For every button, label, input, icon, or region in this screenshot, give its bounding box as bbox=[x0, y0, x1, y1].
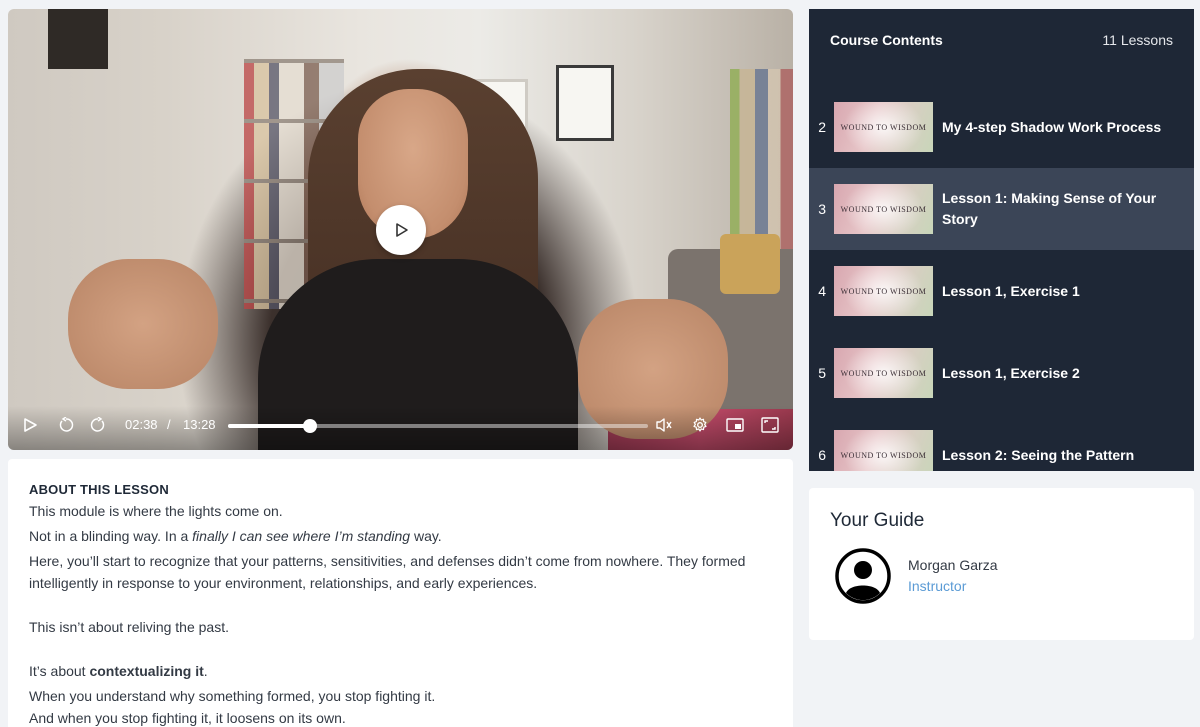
guide-card: Your Guide Morgan Garza Instructor bbox=[809, 488, 1194, 640]
lesson-item[interactable]: 2 WOUND TO WISDOM My 4-step Shadow Work … bbox=[809, 86, 1194, 168]
description-paragraph: Here, you’ll start to recognize that you… bbox=[29, 553, 746, 591]
description-line: It’s about contextualizing it. bbox=[29, 660, 772, 682]
wall-frame bbox=[556, 65, 614, 141]
guide-heading: Your Guide bbox=[830, 510, 925, 531]
thumbnail-text: WOUND TO WISDOM bbox=[840, 122, 927, 132]
thumbnail-text: WOUND TO WISDOM bbox=[840, 204, 927, 214]
progress-thumb[interactable] bbox=[303, 419, 318, 433]
presenter-hand bbox=[68, 259, 218, 389]
current-time: 02:38 bbox=[125, 417, 158, 432]
progress-bar[interactable] bbox=[228, 419, 648, 433]
description-line: And when you stop fighting it, it loosen… bbox=[29, 710, 346, 726]
lesson-number: 3 bbox=[818, 201, 826, 217]
play-icon bbox=[24, 418, 37, 432]
lesson-thumbnail: WOUND TO WISDOM bbox=[834, 348, 933, 398]
course-contents-title: Course Contents bbox=[830, 32, 943, 48]
lesson-title: Lesson 1, Exercise 2 bbox=[942, 364, 1080, 381]
description-line: This isn’t about reliving the past. bbox=[29, 619, 229, 635]
lesson-number: 4 bbox=[818, 283, 826, 299]
description-line: This module is where the lights come on. bbox=[29, 503, 283, 519]
rewind-button[interactable] bbox=[56, 414, 76, 436]
fullscreen-icon bbox=[761, 417, 779, 433]
description-line: When you understand why something formed… bbox=[29, 688, 436, 704]
play-button[interactable] bbox=[20, 414, 40, 436]
lesson-thumbnail: WOUND TO WISDOM bbox=[834, 266, 933, 316]
lesson-item-active[interactable]: 3 WOUND TO WISDOM Lesson 1: Making Sense… bbox=[809, 168, 1194, 250]
video-player[interactable]: 02:38 / 13:28 bbox=[8, 9, 793, 450]
text-span: way. bbox=[410, 528, 442, 544]
lesson-number: 2 bbox=[818, 119, 826, 135]
picture-in-picture-icon bbox=[726, 418, 744, 432]
lesson-title: Lesson 1: Making Sense of Your Story bbox=[942, 190, 1157, 227]
thumbnail-text: WOUND TO WISDOM bbox=[840, 368, 927, 378]
forward-icon bbox=[90, 417, 105, 432]
course-contents-header: Course Contents 11 Lessons bbox=[809, 9, 1194, 71]
gear-icon bbox=[693, 417, 707, 432]
video-controls: 02:38 / 13:28 bbox=[8, 406, 793, 450]
lesson-thumbnail: WOUND TO WISDOM bbox=[834, 430, 933, 471]
play-icon bbox=[396, 223, 408, 237]
lesson-item[interactable]: 4 WOUND TO WISDOM Lesson 1, Exercise 1 bbox=[809, 250, 1194, 332]
lesson-thumbnail: WOUND TO WISDOM bbox=[834, 102, 933, 152]
settings-button[interactable] bbox=[690, 414, 710, 436]
rewind-icon bbox=[59, 417, 74, 432]
lesson-thumbnail: WOUND TO WISDOM bbox=[834, 184, 933, 234]
pip-button[interactable] bbox=[725, 414, 745, 436]
user-avatar-icon bbox=[835, 548, 891, 604]
progress-fill bbox=[228, 424, 311, 428]
lesson-title: Lesson 2: Seeing the Pattern bbox=[942, 446, 1135, 463]
lesson-number: 5 bbox=[818, 365, 826, 381]
thumbnail-text: WOUND TO WISDOM bbox=[840, 286, 927, 296]
guide-info: Morgan Garza Instructor bbox=[908, 555, 997, 597]
forward-button[interactable] bbox=[88, 414, 108, 436]
lesson-count: 11 Lessons bbox=[1102, 32, 1173, 48]
lesson-item[interactable]: 5 WOUND TO WISDOM Lesson 1, Exercise 2 bbox=[809, 332, 1194, 414]
volume-muted-icon bbox=[656, 418, 672, 432]
mute-button[interactable] bbox=[654, 414, 674, 436]
lesson-description: ABOUT THIS LESSON This module is where t… bbox=[8, 459, 793, 727]
about-heading: ABOUT THIS LESSON bbox=[29, 482, 169, 497]
lesson-title: My 4-step Shadow Work Process bbox=[942, 118, 1162, 135]
guide-role-link[interactable]: Instructor bbox=[908, 575, 997, 597]
lesson-item[interactable]: 6 WOUND TO WISDOM Lesson 2: Seeing the P… bbox=[809, 414, 1194, 471]
wall-art bbox=[48, 9, 108, 69]
text-span: . bbox=[203, 663, 208, 679]
guide-name: Morgan Garza bbox=[908, 557, 998, 573]
lesson-number: 6 bbox=[818, 447, 826, 463]
pillow bbox=[720, 234, 780, 294]
text-span: It’s about bbox=[29, 663, 90, 679]
duration: 13:28 bbox=[183, 417, 216, 432]
guide-row: Morgan Garza Instructor bbox=[830, 548, 1173, 604]
text-span: Not in a blinding way. In a bbox=[29, 528, 193, 544]
bold-text: contextualizing it bbox=[89, 663, 204, 679]
bookshelf bbox=[730, 69, 793, 249]
thumbnail-text: WOUND TO WISDOM bbox=[840, 450, 927, 460]
play-overlay-button[interactable] bbox=[376, 205, 426, 255]
description-line: Not in a blinding way. In a finally I ca… bbox=[29, 525, 772, 547]
time-separator: / bbox=[167, 417, 171, 432]
fullscreen-button[interactable] bbox=[760, 414, 780, 436]
lesson-title: Lesson 1, Exercise 1 bbox=[942, 282, 1080, 299]
course-contents-panel: Course Contents 11 Lessons 2 WOUND TO WI… bbox=[809, 9, 1194, 471]
emphasis-text: finally I can see where I’m standing bbox=[192, 528, 411, 544]
